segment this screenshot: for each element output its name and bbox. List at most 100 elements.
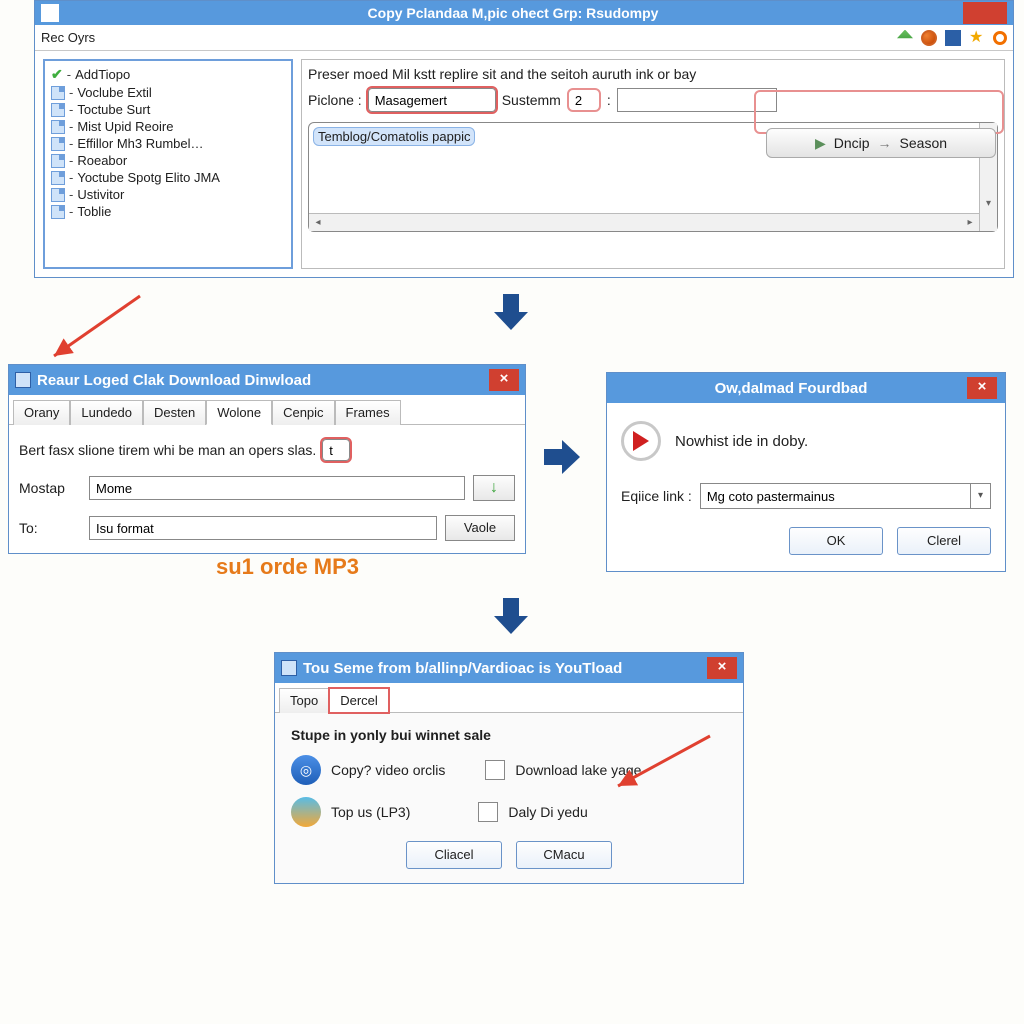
scroll-right-arrow[interactable]: ▸ <box>961 214 979 231</box>
file-icon <box>51 154 65 168</box>
globe-icon[interactable] <box>921 30 937 46</box>
ring-icon[interactable] <box>993 31 1007 45</box>
tree-item-label: Voclube Extil <box>77 85 151 100</box>
annotation-arrow-1 <box>40 290 160 370</box>
go-button-highlight: ▶ Dncip → Season <box>754 90 1004 134</box>
eject-icon[interactable] <box>897 30 913 46</box>
daly-checkbox[interactable] <box>478 802 498 822</box>
tab-strip: OranyLundedoDestenWoloneCenpicFrames <box>9 395 525 425</box>
to-label: To: <box>19 520 81 536</box>
mostap-label: Mostap <box>19 480 81 496</box>
message-text: Nowhist ide in doby. <box>675 433 808 450</box>
tab-cenpic[interactable]: Cenpic <box>272 400 334 425</box>
section-heading: Stupe in yonly bui winnet sale <box>291 727 727 743</box>
close-button[interactable] <box>963 2 1007 24</box>
tab-lundedo[interactable]: Lundedo <box>70 400 143 425</box>
titlebar[interactable]: Ow,daImad Fourdbad × <box>607 373 1005 403</box>
tab-topo[interactable]: Topo <box>279 688 329 713</box>
go-button-label-left: Dncip <box>834 135 870 151</box>
tree-item[interactable]: -Yoctube Spotg Elito JMA <box>51 169 285 186</box>
play-icon: ▶ <box>815 135 826 152</box>
tree-item[interactable]: -Mist Upid Reoire <box>51 118 285 135</box>
file-icon <box>51 205 65 219</box>
target-icon: ◎ <box>291 755 321 785</box>
sentence-text: Bert fasx slione tirem whi be man an ope… <box>19 442 316 458</box>
cmacu-button[interactable]: CMacu <box>516 841 612 869</box>
tree-item[interactable]: ✔-AddTiopo <box>51 65 285 84</box>
tree-item[interactable]: -Roeabor <box>51 152 285 169</box>
sustemm-label: Sustemm <box>502 92 561 108</box>
piclone-label: Piclone : <box>308 92 362 108</box>
sustemm-input[interactable] <box>567 88 601 112</box>
dncip-season-button[interactable]: ▶ Dncip → Season <box>766 128 996 158</box>
scroll-left-arrow[interactable]: ◂ <box>309 214 327 231</box>
close-button[interactable]: × <box>489 369 519 391</box>
square-icon[interactable] <box>945 30 961 46</box>
tab-frames[interactable]: Frames <box>335 400 401 425</box>
tab-orany[interactable]: Orany <box>13 400 70 425</box>
arrow-right-icon: → <box>878 135 892 151</box>
system-menu-icon[interactable] <box>41 4 59 22</box>
mostap-input[interactable] <box>89 476 465 500</box>
tab-strip: TopoDercel <box>275 683 743 713</box>
system-menu-icon[interactable] <box>15 372 31 388</box>
go-button-label-right: Season <box>900 135 947 151</box>
to-input[interactable] <box>89 516 437 540</box>
clerel-button[interactable]: Clerel <box>897 527 991 555</box>
menu-rec-oyrs[interactable]: Rec Oyrs <box>41 30 95 45</box>
piclone-input[interactable] <box>368 88 496 112</box>
tree-item-label: Toblie <box>77 204 111 219</box>
window-title: Copy Pclandaa M,pic ohect Grp: Rsudompy <box>63 5 963 21</box>
right-pane: Preser moed Mil kstt replire sit and the… <box>301 59 1005 269</box>
titlebar[interactable]: Tou Seme from b/allinp/Vardioac is YouTl… <box>275 653 743 683</box>
opt-copy-label: Copy? video orclis <box>331 762 445 778</box>
file-icon <box>51 188 65 202</box>
instruction-text: Preser moed Mil kstt replire sit and the… <box>308 66 998 82</box>
star-icon[interactable]: ★ <box>969 30 985 46</box>
tab-wolone[interactable]: Wolone <box>206 400 272 425</box>
dropdown-arrow-icon[interactable]: ▾ <box>970 484 990 508</box>
horizontal-scrollbar[interactable]: ◂ ▸ <box>309 213 979 231</box>
source-tree[interactable]: ✔-AddTiopo-Voclube Extil-Toctube Surt-Mi… <box>43 59 293 269</box>
colon-label: : <box>607 92 611 108</box>
tree-item[interactable]: -Ustivitor <box>51 186 285 203</box>
message-dialog: Ow,daImad Fourdbad × Nowhist ide in doby… <box>606 372 1006 572</box>
sentence-input[interactable] <box>322 439 350 461</box>
titlebar[interactable]: Reaur Loged Clak Download Dinwload × <box>9 365 525 395</box>
equice-label: Eqiice link : <box>621 488 692 504</box>
tree-item[interactable]: -Toblie <box>51 203 285 220</box>
main-window: Copy Pclandaa M,pic ohect Grp: Rsudompy … <box>34 0 1014 278</box>
cliacel-button[interactable]: Cliacel <box>406 841 502 869</box>
opt-daly-label: Daly Di yedu <box>508 804 587 820</box>
list-item-selected[interactable]: Temblog/Comatolis pappic <box>313 127 475 146</box>
ok-button[interactable]: OK <box>789 527 883 555</box>
tree-item-label: Effillor Mh3 Rumbel… <box>77 136 203 151</box>
tree-item[interactable]: -Toctube Surt <box>51 101 285 118</box>
tree-item[interactable]: -Effillor Mh3 Rumbel… <box>51 135 285 152</box>
tab-desten[interactable]: Desten <box>143 400 206 425</box>
equice-input[interactable] <box>701 484 970 508</box>
blank-input[interactable] <box>617 88 777 112</box>
file-icon <box>51 137 65 151</box>
tab-dercel[interactable]: Dercel <box>329 688 389 713</box>
check-icon: ✔ <box>51 66 63 83</box>
swirl-icon <box>291 797 321 827</box>
window-title: Ow,daImad Fourdbad <box>715 380 868 397</box>
file-icon <box>51 171 65 185</box>
download-checkbox[interactable] <box>485 760 505 780</box>
flow-arrow-down-2 <box>494 598 528 636</box>
system-menu-icon[interactable] <box>281 660 297 676</box>
close-button[interactable]: × <box>967 377 997 399</box>
titlebar[interactable]: Copy Pclandaa M,pic ohect Grp: Rsudompy <box>35 1 1013 25</box>
scroll-down-arrow[interactable]: ▾ <box>980 195 997 213</box>
dialog-body: Bert fasx slione tirem whi be man an ope… <box>9 425 525 553</box>
vaole-button[interactable]: Vaole <box>445 515 515 541</box>
window-title: Tou Seme from b/allinp/Vardioac is YouTl… <box>303 660 622 677</box>
arrow-down-icon: ↓ <box>490 479 498 497</box>
tree-item[interactable]: -Voclube Extil <box>51 84 285 101</box>
download-icon-button[interactable]: ↓ <box>473 475 515 501</box>
play-icon <box>621 421 661 461</box>
window-title: Reaur Loged Clak Download Dinwload <box>37 372 311 389</box>
equice-combo[interactable]: ▾ <box>700 483 991 509</box>
close-button[interactable]: × <box>707 657 737 679</box>
